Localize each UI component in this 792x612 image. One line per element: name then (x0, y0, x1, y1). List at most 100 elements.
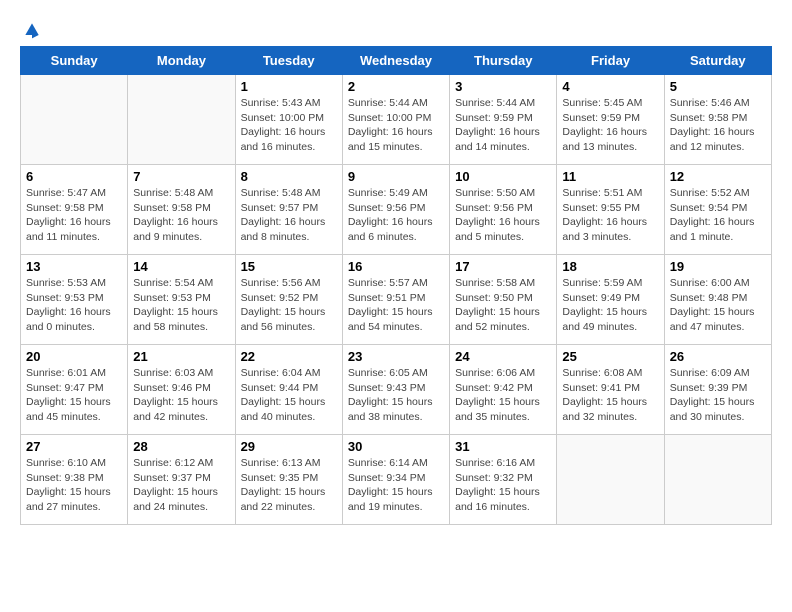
day-info: Sunrise: 6:00 AM Sunset: 9:48 PM Dayligh… (670, 276, 766, 335)
page-header (20, 20, 772, 36)
calendar-day-cell: 29 Sunrise: 6:13 AM Sunset: 9:35 PM Dayli… (235, 435, 342, 525)
day-number: 6 (26, 169, 122, 184)
logo-icon (22, 20, 42, 40)
day-number: 20 (26, 349, 122, 364)
calendar-day-cell (557, 435, 664, 525)
day-info: Sunrise: 6:01 AM Sunset: 9:47 PM Dayligh… (26, 366, 122, 425)
calendar-week-row: 27 Sunrise: 6:10 AM Sunset: 9:38 PM Dayli… (21, 435, 772, 525)
day-info: Sunrise: 5:50 AM Sunset: 9:56 PM Dayligh… (455, 186, 551, 245)
day-number: 7 (133, 169, 229, 184)
calendar-week-row: 13 Sunrise: 5:53 AM Sunset: 9:53 PM Dayli… (21, 255, 772, 345)
calendar-day-cell (664, 435, 771, 525)
day-info: Sunrise: 5:59 AM Sunset: 9:49 PM Dayligh… (562, 276, 658, 335)
calendar-table: SundayMondayTuesdayWednesdayThursdayFrid… (20, 46, 772, 525)
day-number: 9 (348, 169, 444, 184)
calendar-day-cell: 5Sunrise: 5:46 AM Sunset: 9:58 PM Daylig… (664, 75, 771, 165)
calendar-day-cell: 23 Sunrise: 6:05 AM Sunset: 9:43 PM Dayli… (342, 345, 449, 435)
calendar-day-cell: 7 Sunrise: 5:48 AM Sunset: 9:58 PM Daylig… (128, 165, 235, 255)
day-info: Sunrise: 6:12 AM Sunset: 9:37 PM Dayligh… (133, 456, 229, 515)
day-info: Sunrise: 6:13 AM Sunset: 9:35 PM Dayligh… (241, 456, 337, 515)
day-number: 14 (133, 259, 229, 274)
calendar-day-cell: 19Sunrise: 6:00 AM Sunset: 9:48 PM Dayli… (664, 255, 771, 345)
calendar-day-cell: 12 Sunrise: 5:52 AM Sunset: 9:54 PM Dayli… (664, 165, 771, 255)
calendar-day-cell: 16 Sunrise: 5:57 AM Sunset: 9:51 PM Dayli… (342, 255, 449, 345)
calendar-day-cell: 11 Sunrise: 5:51 AM Sunset: 9:55 PM Dayli… (557, 165, 664, 255)
day-number: 29 (241, 439, 337, 454)
day-number: 5 (670, 79, 766, 94)
day-info: Sunrise: 5:53 AM Sunset: 9:53 PM Dayligh… (26, 276, 122, 335)
calendar-day-cell: 18 Sunrise: 5:59 AM Sunset: 9:49 PM Dayli… (557, 255, 664, 345)
day-number: 31 (455, 439, 551, 454)
day-info: Sunrise: 6:05 AM Sunset: 9:43 PM Dayligh… (348, 366, 444, 425)
calendar-day-cell: 1 Sunrise: 5:43 AM Sunset: 10:00 PM Dayli… (235, 75, 342, 165)
day-number: 18 (562, 259, 658, 274)
calendar-day-cell: 6 Sunrise: 5:47 AM Sunset: 9:58 PM Daylig… (21, 165, 128, 255)
day-number: 13 (26, 259, 122, 274)
day-number: 30 (348, 439, 444, 454)
day-number: 17 (455, 259, 551, 274)
day-number: 16 (348, 259, 444, 274)
day-info: Sunrise: 5:44 AM Sunset: 10:00 PM Daylig… (348, 96, 444, 155)
calendar-day-cell: 10 Sunrise: 5:50 AM Sunset: 9:56 PM Dayli… (450, 165, 557, 255)
calendar-day-cell: 22 Sunrise: 6:04 AM Sunset: 9:44 PM Dayli… (235, 345, 342, 435)
day-number: 27 (26, 439, 122, 454)
day-number: 8 (241, 169, 337, 184)
day-of-week-header: Wednesday (342, 47, 449, 75)
day-number: 24 (455, 349, 551, 364)
day-info: Sunrise: 6:04 AM Sunset: 9:44 PM Dayligh… (241, 366, 337, 425)
day-info: Sunrise: 6:06 AM Sunset: 9:42 PM Dayligh… (455, 366, 551, 425)
calendar-day-cell: 21 Sunrise: 6:03 AM Sunset: 9:46 PM Dayli… (128, 345, 235, 435)
calendar-header-row: SundayMondayTuesdayWednesdayThursdayFrid… (21, 47, 772, 75)
day-number: 11 (562, 169, 658, 184)
day-number: 23 (348, 349, 444, 364)
day-info: Sunrise: 5:52 AM Sunset: 9:54 PM Dayligh… (670, 186, 766, 245)
calendar-day-cell: 4Sunrise: 5:45 AM Sunset: 9:59 PM Daylig… (557, 75, 664, 165)
day-info: Sunrise: 6:14 AM Sunset: 9:34 PM Dayligh… (348, 456, 444, 515)
day-of-week-header: Thursday (450, 47, 557, 75)
day-of-week-header: Friday (557, 47, 664, 75)
day-info: Sunrise: 6:10 AM Sunset: 9:38 PM Dayligh… (26, 456, 122, 515)
calendar-day-cell: 15Sunrise: 5:56 AM Sunset: 9:52 PM Dayli… (235, 255, 342, 345)
day-info: Sunrise: 5:54 AM Sunset: 9:53 PM Dayligh… (133, 276, 229, 335)
day-info: Sunrise: 5:58 AM Sunset: 9:50 PM Dayligh… (455, 276, 551, 335)
calendar-day-cell (21, 75, 128, 165)
day-number: 10 (455, 169, 551, 184)
calendar-day-cell: 20 Sunrise: 6:01 AM Sunset: 9:47 PM Dayli… (21, 345, 128, 435)
calendar-week-row: 20 Sunrise: 6:01 AM Sunset: 9:47 PM Dayli… (21, 345, 772, 435)
day-info: Sunrise: 5:48 AM Sunset: 9:57 PM Dayligh… (241, 186, 337, 245)
day-info: Sunrise: 5:51 AM Sunset: 9:55 PM Dayligh… (562, 186, 658, 245)
day-of-week-header: Tuesday (235, 47, 342, 75)
calendar-day-cell: 24 Sunrise: 6:06 AM Sunset: 9:42 PM Dayli… (450, 345, 557, 435)
day-number: 4 (562, 79, 658, 94)
calendar-week-row: 1 Sunrise: 5:43 AM Sunset: 10:00 PM Dayli… (21, 75, 772, 165)
calendar-day-cell: 9 Sunrise: 5:49 AM Sunset: 9:56 PM Daylig… (342, 165, 449, 255)
day-number: 21 (133, 349, 229, 364)
day-number: 26 (670, 349, 766, 364)
day-number: 25 (562, 349, 658, 364)
day-of-week-header: Sunday (21, 47, 128, 75)
day-info: Sunrise: 5:48 AM Sunset: 9:58 PM Dayligh… (133, 186, 229, 245)
day-number: 28 (133, 439, 229, 454)
calendar-day-cell: 27 Sunrise: 6:10 AM Sunset: 9:38 PM Dayli… (21, 435, 128, 525)
calendar-day-cell: 28 Sunrise: 6:12 AM Sunset: 9:37 PM Dayli… (128, 435, 235, 525)
day-number: 22 (241, 349, 337, 364)
day-info: Sunrise: 6:16 AM Sunset: 9:32 PM Dayligh… (455, 456, 551, 515)
calendar-day-cell: 14 Sunrise: 5:54 AM Sunset: 9:53 PM Dayli… (128, 255, 235, 345)
day-number: 1 (241, 79, 337, 94)
day-info: Sunrise: 5:49 AM Sunset: 9:56 PM Dayligh… (348, 186, 444, 245)
day-number: 12 (670, 169, 766, 184)
day-info: Sunrise: 6:03 AM Sunset: 9:46 PM Dayligh… (133, 366, 229, 425)
calendar-day-cell: 3Sunrise: 5:44 AM Sunset: 9:59 PM Daylig… (450, 75, 557, 165)
day-info: Sunrise: 5:57 AM Sunset: 9:51 PM Dayligh… (348, 276, 444, 335)
day-info: Sunrise: 6:09 AM Sunset: 9:39 PM Dayligh… (670, 366, 766, 425)
day-info: Sunrise: 5:47 AM Sunset: 9:58 PM Dayligh… (26, 186, 122, 245)
day-info: Sunrise: 5:56 AM Sunset: 9:52 PM Dayligh… (241, 276, 337, 335)
calendar-day-cell: 26 Sunrise: 6:09 AM Sunset: 9:39 PM Dayli… (664, 345, 771, 435)
calendar-day-cell: 31 Sunrise: 6:16 AM Sunset: 9:32 PM Dayli… (450, 435, 557, 525)
calendar-day-cell: 30 Sunrise: 6:14 AM Sunset: 9:34 PM Dayli… (342, 435, 449, 525)
calendar-day-cell: 2Sunrise: 5:44 AM Sunset: 10:00 PM Dayli… (342, 75, 449, 165)
logo (20, 20, 42, 36)
calendar-day-cell: 8 Sunrise: 5:48 AM Sunset: 9:57 PM Daylig… (235, 165, 342, 255)
day-info: Sunrise: 5:43 AM Sunset: 10:00 PM Daylig… (241, 96, 337, 155)
day-info: Sunrise: 6:08 AM Sunset: 9:41 PM Dayligh… (562, 366, 658, 425)
